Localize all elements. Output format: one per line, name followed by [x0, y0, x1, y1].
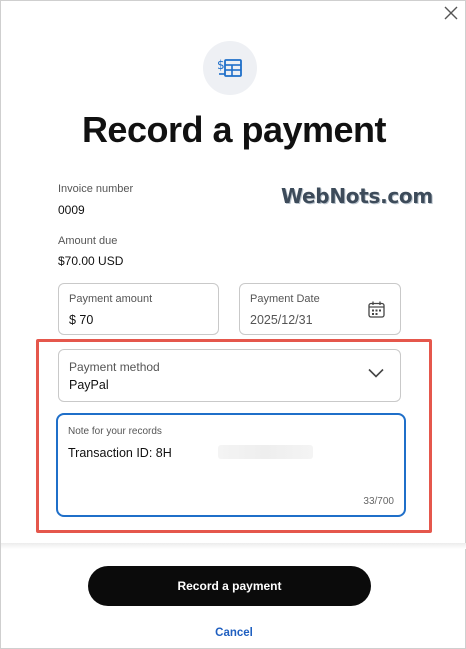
invoice-dollar-icon: $	[217, 58, 242, 77]
svg-text:$: $	[217, 58, 225, 72]
amount-due-value: $70.00 USD	[58, 254, 124, 268]
payment-method-label: Payment method	[69, 360, 160, 374]
invoice-number-label: Invoice number	[58, 183, 134, 195]
dialog-title: Record a payment	[81, 109, 387, 150]
close-button[interactable]	[439, 1, 463, 25]
payment-method-select[interactable]: Payment method PayPal	[58, 349, 401, 402]
header-icon-badge: $	[203, 41, 257, 95]
redacted-text	[218, 445, 313, 459]
payment-amount-value[interactable]: $ 70	[69, 313, 93, 327]
note-textarea[interactable]: Note for your records Transaction ID: 8H…	[56, 413, 406, 517]
close-icon	[444, 6, 458, 20]
payment-date-label: Payment Date	[250, 293, 320, 305]
payment-date-value[interactable]: 2025/12/31	[250, 313, 313, 327]
payment-amount-label: Payment amount	[69, 293, 153, 305]
note-value[interactable]: Transaction ID: 8H	[68, 446, 172, 460]
note-label: Note for your records	[68, 426, 162, 437]
watermark: WebNots.com	[281, 184, 433, 208]
chevron-down-icon[interactable]	[368, 368, 384, 378]
record-payment-button[interactable]: Record a payment	[88, 566, 371, 606]
payment-date-field[interactable]: Payment Date 2025/12/31	[239, 283, 401, 335]
footer-divider	[1, 543, 466, 549]
payment-amount-field[interactable]: Payment amount $ 70	[58, 283, 219, 335]
invoice-number-value: 0009	[58, 203, 85, 217]
character-counter: 33/700	[363, 496, 394, 507]
dialog: $ Record a payment Invoice number 0009 W…	[0, 0, 466, 649]
calendar-icon[interactable]	[368, 301, 385, 318]
amount-due-label: Amount due	[58, 235, 118, 247]
cancel-link[interactable]: Cancel	[1, 627, 466, 639]
payment-method-value: PayPal	[69, 378, 109, 392]
